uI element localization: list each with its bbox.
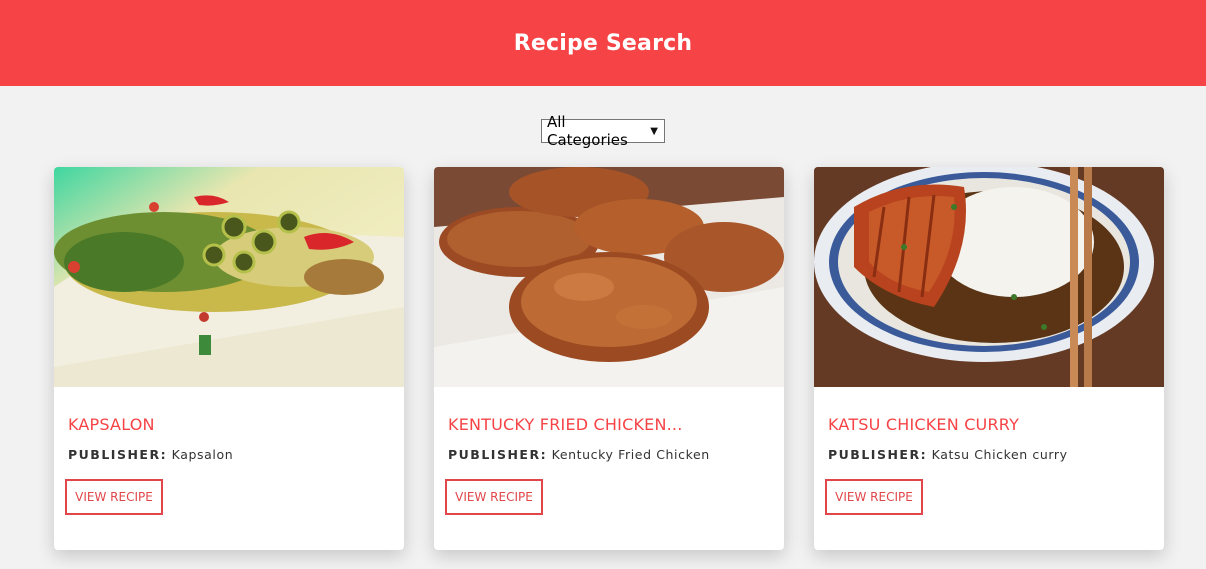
recipe-title[interactable]: Kentucky Fried Chicken...: [448, 415, 770, 434]
category-select-value: All Categories: [547, 113, 628, 149]
recipe-publisher: PUBLISHER: Katsu Chicken curry: [828, 447, 1150, 462]
recipe-publisher: PUBLISHER: Kentucky Fried Chicken: [448, 447, 770, 462]
recipe-grid: Kapsalon PUBLISHER: Kapsalon VIEW RECIPE: [0, 167, 1206, 569]
publisher-label: PUBLISHER:: [828, 447, 928, 462]
recipe-card: Katsu Chicken Curry PUBLISHER: Katsu Chi…: [814, 167, 1164, 550]
page-title: Recipe Search: [513, 30, 693, 56]
publisher-value: Kentucky Fried Chicken: [551, 447, 710, 462]
filter-row: All Categories ▼: [0, 86, 1206, 167]
recipe-image[interactable]: [54, 167, 404, 387]
publisher-label: PUBLISHER:: [68, 447, 168, 462]
chevron-down-icon: ▼: [650, 125, 658, 137]
recipe-image[interactable]: [434, 167, 784, 387]
recipe-title[interactable]: Katsu Chicken Curry: [828, 415, 1150, 434]
category-select[interactable]: All Categories ▼: [541, 113, 665, 149]
view-recipe-button[interactable]: VIEW RECIPE: [825, 479, 923, 515]
recipe-card: Kentucky Fried Chicken... PUBLISHER: Ken…: [434, 167, 784, 550]
recipe-publisher: PUBLISHER: Kapsalon: [68, 447, 390, 462]
header-bar: Recipe Search: [0, 0, 1206, 86]
view-recipe-button[interactable]: VIEW RECIPE: [65, 479, 163, 515]
recipe-card: Kapsalon PUBLISHER: Kapsalon VIEW RECIPE: [54, 167, 404, 550]
publisher-label: PUBLISHER:: [448, 447, 548, 462]
publisher-value: Kapsalon: [171, 447, 234, 462]
view-recipe-button[interactable]: VIEW RECIPE: [445, 479, 543, 515]
publisher-value: Katsu Chicken curry: [931, 447, 1068, 462]
recipe-title[interactable]: Kapsalon: [68, 415, 390, 434]
recipe-image[interactable]: [814, 167, 1164, 387]
